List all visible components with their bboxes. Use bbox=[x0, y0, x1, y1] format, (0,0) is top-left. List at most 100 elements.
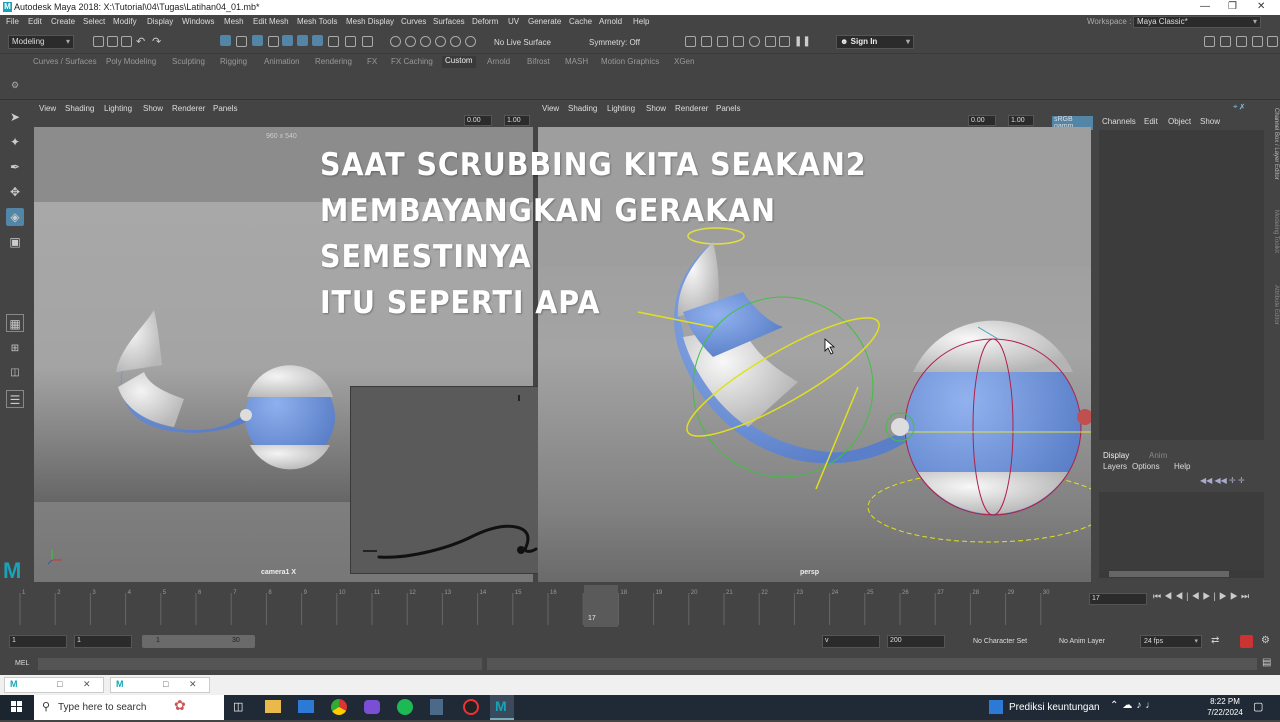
right-panel-menu-renderer[interactable]: Renderer bbox=[675, 104, 708, 113]
shelf-tab-bifrost[interactable]: Bifrost bbox=[527, 57, 550, 66]
maya-taskbar-button[interactable]: M bbox=[490, 695, 514, 720]
menu-uv[interactable]: UV bbox=[508, 17, 519, 26]
right-gamma-field[interactable]: 1.00 bbox=[1008, 115, 1034, 126]
time-slider[interactable]: 1234567891011121314151617181920212223242… bbox=[0, 585, 1280, 630]
playback-end-field[interactable]: v bbox=[822, 635, 880, 648]
side-tab-modeling-toolkit[interactable]: Modeling Toolkit bbox=[1269, 210, 1279, 280]
select-by-object-icon[interactable] bbox=[236, 36, 247, 47]
news-widget-text[interactable]: Prediksi keuntungan bbox=[1009, 702, 1100, 713]
left-panel-menu-panels[interactable]: Panels bbox=[213, 104, 237, 113]
shelf-tab-rendering[interactable]: Rendering bbox=[315, 57, 352, 66]
side-tab-channel-box[interactable]: Channel Box / Layer Editor bbox=[1269, 108, 1279, 208]
character-set-dropdown[interactable]: No Character Set bbox=[973, 638, 1027, 645]
auto-key-icon[interactable] bbox=[1240, 635, 1253, 648]
left-gamma-field[interactable]: 1.00 bbox=[504, 115, 530, 126]
file-explorer-icon[interactable] bbox=[265, 700, 281, 713]
side-tab-attribute-editor[interactable]: Attribute Editor bbox=[1269, 285, 1279, 355]
render-sequence-icon[interactable] bbox=[701, 36, 712, 47]
shelf-tab-rigging[interactable]: Rigging bbox=[220, 57, 247, 66]
select-tool-icon[interactable]: ➤ bbox=[6, 108, 24, 126]
right-panel-menu-lighting[interactable]: Lighting bbox=[607, 104, 635, 113]
menu-file[interactable]: File bbox=[6, 17, 19, 26]
select-by-hierarchy-icon[interactable] bbox=[220, 35, 231, 46]
menu-modify[interactable]: Modify bbox=[113, 17, 137, 26]
right-panel-menu-shading[interactable]: Shading bbox=[568, 104, 597, 113]
mel-input[interactable] bbox=[38, 658, 482, 670]
menu-generate[interactable]: Generate bbox=[528, 17, 561, 26]
tool-settings-toggle-icon[interactable] bbox=[1252, 36, 1263, 47]
close-window-icon[interactable]: ✕ bbox=[83, 679, 91, 690]
two-view-layout-icon[interactable]: ◫ bbox=[6, 364, 24, 382]
start-button[interactable] bbox=[0, 695, 34, 720]
mask-surfaces-icon[interactable] bbox=[328, 36, 339, 47]
anim-start-field[interactable]: 1 bbox=[9, 635, 67, 648]
shelf-settings-icon[interactable]: ⚙ bbox=[11, 80, 19, 91]
menu-edit-mesh[interactable]: Edit Mesh bbox=[253, 17, 289, 26]
menu-mesh-tools[interactable]: Mesh Tools bbox=[297, 17, 337, 26]
channel-box-options-icon[interactable]: ⌖ ✗ bbox=[1233, 102, 1244, 112]
options-menu[interactable]: Options bbox=[1132, 462, 1160, 471]
snap-view-plane-icon[interactable] bbox=[435, 36, 446, 47]
shelf-tab-fx-caching[interactable]: FX Caching bbox=[391, 57, 433, 66]
layer-tab-anim[interactable]: Anim bbox=[1149, 451, 1167, 460]
render-settings-icon[interactable] bbox=[733, 36, 744, 47]
clock-date[interactable]: 7/22/2024 bbox=[1204, 708, 1246, 717]
right-panel-menu-show[interactable]: Show bbox=[646, 104, 666, 113]
scale-tool-icon[interactable]: ▣ bbox=[6, 233, 24, 251]
mel-label[interactable]: MEL bbox=[15, 660, 29, 667]
calculator-icon[interactable] bbox=[430, 699, 443, 715]
range-bar[interactable]: 1 30 bbox=[142, 635, 255, 648]
shelf-tab-sculpting[interactable]: Sculpting bbox=[172, 57, 205, 66]
outliner-toggle-icon[interactable] bbox=[1267, 36, 1278, 47]
pick-mask-icon[interactable] bbox=[268, 36, 279, 47]
shelf-tab-animation[interactable]: Animation bbox=[264, 57, 300, 66]
light-editor-icon[interactable] bbox=[779, 36, 790, 47]
render-frame-icon[interactable] bbox=[685, 36, 696, 47]
layer-tab-display[interactable]: Display bbox=[1103, 451, 1129, 460]
live-surface-label[interactable]: No Live Surface bbox=[494, 38, 551, 47]
tray-icons[interactable]: ⌃☁♪♩ bbox=[1110, 700, 1159, 711]
task-view-icon[interactable]: ◫ bbox=[233, 700, 243, 713]
shelf-tab-motion-graphics[interactable]: Motion Graphics bbox=[601, 57, 659, 66]
menu-arnold[interactable]: Arnold bbox=[599, 17, 622, 26]
shelf-tab-mash[interactable]: MASH bbox=[565, 57, 588, 66]
left-panel-menu-shading[interactable]: Shading bbox=[65, 104, 94, 113]
attribute-editor-toggle-icon[interactable] bbox=[1236, 36, 1247, 47]
snap-surface-icon[interactable] bbox=[450, 36, 461, 47]
minimized-window-2[interactable]: M □ ✕ bbox=[110, 677, 210, 693]
workspace-dropdown[interactable]: Maya Classic* bbox=[1133, 16, 1261, 28]
left-panel-menu-view[interactable]: View bbox=[39, 104, 56, 113]
anim-end-field[interactable]: 200 bbox=[887, 635, 945, 648]
select-by-component-icon[interactable] bbox=[252, 35, 263, 46]
menu-deform[interactable]: Deform bbox=[472, 17, 498, 26]
hypershade-icon[interactable] bbox=[749, 36, 760, 47]
snap-grid-icon[interactable] bbox=[390, 36, 401, 47]
anim-prefs-icon[interactable]: ⚙ bbox=[1261, 635, 1270, 646]
ipr-render-icon[interactable] bbox=[717, 36, 728, 47]
left-panel-menu-lighting[interactable]: Lighting bbox=[104, 104, 132, 113]
mail-icon[interactable] bbox=[298, 700, 314, 713]
menu-create[interactable]: Create bbox=[51, 17, 75, 26]
taskbar-search[interactable]: ⚲ Type here to search ✿ bbox=[34, 695, 224, 720]
sign-in-dropdown[interactable]: ☻ Sign In bbox=[836, 35, 914, 49]
pause-icon[interactable]: ❚❚ bbox=[794, 36, 811, 47]
snap-point-icon[interactable] bbox=[420, 36, 431, 47]
script-editor-icon[interactable]: ▤ bbox=[1262, 657, 1271, 668]
right-panel-menu-panels[interactable]: Panels bbox=[716, 104, 740, 113]
save-scene-icon[interactable] bbox=[121, 36, 132, 47]
layer-buttons-icon[interactable]: ◀◀ ◀◀ ✛ ✛ bbox=[1200, 476, 1245, 485]
close-icon[interactable]: ✕ bbox=[1257, 1, 1265, 12]
outliner-layout-icon[interactable]: ☰ bbox=[6, 390, 24, 408]
channels-menu[interactable]: Channels bbox=[1102, 117, 1136, 126]
spotify-icon[interactable] bbox=[397, 699, 413, 715]
playback-start-field[interactable]: 1 bbox=[74, 635, 132, 648]
menu-select[interactable]: Select bbox=[83, 17, 105, 26]
shelf-tab-custom[interactable]: Custom bbox=[442, 56, 476, 68]
right-panel-menu-view[interactable]: View bbox=[542, 104, 559, 113]
playback-controls[interactable]: ⏮◀◀|◀▶|▶▶⏭ bbox=[1153, 591, 1252, 602]
shelf-tab-fx[interactable]: FX bbox=[367, 57, 377, 66]
menu-display[interactable]: Display bbox=[147, 17, 173, 26]
fps-dropdown[interactable]: 24 fps bbox=[1140, 635, 1202, 648]
object-menu[interactable]: Object bbox=[1168, 117, 1191, 126]
anim-layer-dropdown[interactable]: No Anim Layer bbox=[1059, 638, 1105, 645]
